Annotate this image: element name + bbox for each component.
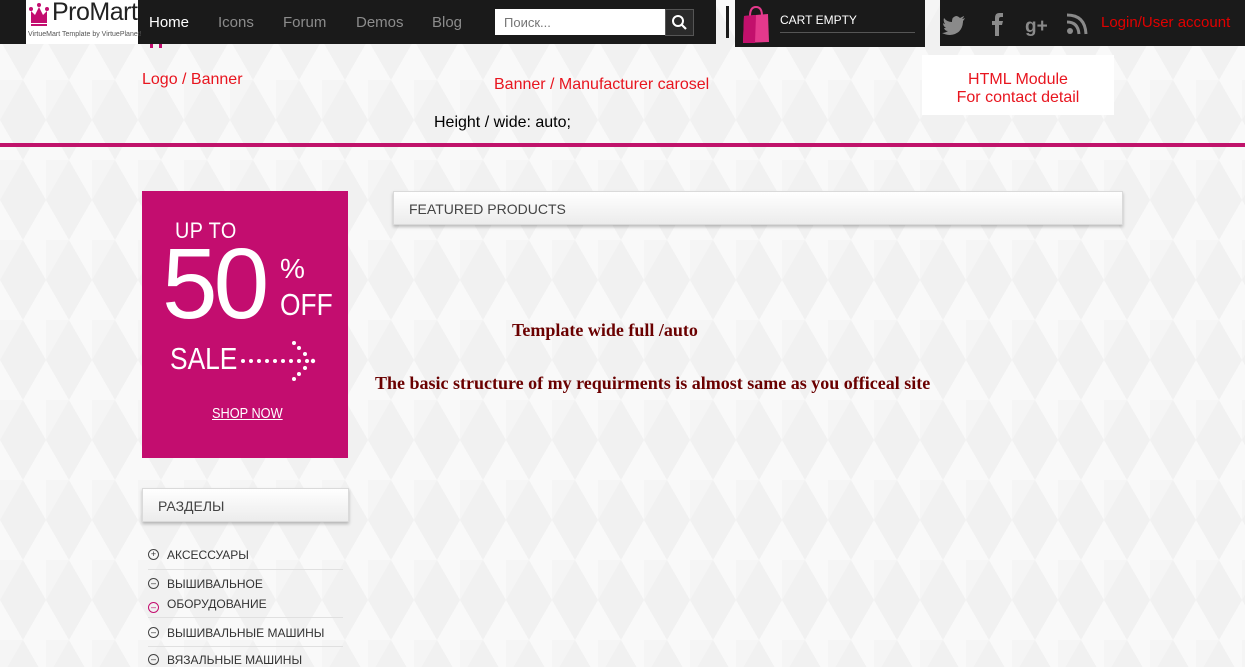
decorative-marks [150, 44, 162, 48]
collapse-icon[interactable]: – [148, 578, 159, 589]
category-label: ОБОРУДОВАНИЕ [167, 597, 267, 611]
divider [726, 6, 729, 38]
height-wide-note: Height / wide: auto; [434, 114, 571, 131]
nav-forum[interactable]: Forum [283, 14, 326, 31]
logo[interactable]: ProMart VirtueMart Template by VirtuePla… [26, 0, 142, 44]
html-module-title: HTML Module [968, 71, 1068, 88]
html-module-subtitle: For contact detail [956, 89, 1080, 106]
sections-title: РАЗДЕЛЫ [158, 498, 225, 514]
rss-icon[interactable] [1064, 11, 1090, 37]
search-bar [487, 0, 716, 44]
structure-note: The basic structure of my requirments is… [375, 373, 931, 393]
cart-widget[interactable]: CART EMPTY [735, 0, 925, 47]
promo-number: 50 [162, 228, 269, 340]
featured-products-title: FEATURED PRODUCTS [409, 201, 566, 217]
expand-icon[interactable]: + [148, 549, 159, 560]
logo-tagline: VirtueMart Template by VirtuePlanet! [28, 31, 142, 38]
search-button[interactable] [665, 9, 694, 36]
nav-icons[interactable]: Icons [218, 14, 254, 31]
logo-banner-note: Logo / Banner [142, 71, 243, 88]
google-plus-icon[interactable]: g+ [1024, 11, 1050, 37]
category-divider [148, 617, 343, 618]
nav-home[interactable]: Home [149, 14, 189, 31]
promo-sale: SALE [170, 341, 238, 376]
promo-percent: % [280, 253, 305, 284]
dotted-arrow-icon [241, 341, 316, 381]
category-label: ВЫШИВАЛЬНОЕ [167, 577, 263, 591]
cart-status: CART EMPTY [780, 13, 857, 27]
nav-blog[interactable]: Blog [432, 14, 462, 31]
category-label: ВЯЗАЛЬНЫЕ МАШИНЫ [167, 653, 303, 667]
featured-products-header: FEATURED PRODUCTS [393, 191, 1123, 225]
category-divider [148, 569, 343, 570]
shop-now-link[interactable]: SHOP NOW [212, 405, 283, 422]
html-module-box: HTML Module For contact detail [922, 55, 1114, 115]
template-wide-note: Template wide full /auto [512, 320, 698, 340]
crown-icon [29, 3, 49, 26]
category-divider [148, 646, 343, 647]
search-icon [672, 15, 687, 30]
sections-header: РАЗДЕЛЫ [142, 488, 349, 522]
facebook-icon[interactable] [984, 11, 1010, 37]
category-label: ВЫШИВАЛЬНЫЕ МАШИНЫ [167, 626, 325, 640]
search-input[interactable] [495, 9, 674, 35]
collapse-icon[interactable]: – [148, 602, 159, 613]
shopping-bag-icon [743, 5, 769, 43]
logo-name: ProMart [52, 0, 138, 26]
sale-promo-banner[interactable]: UP TO 50 % OFF SALE SHOP NOW [142, 191, 348, 458]
collapse-icon[interactable]: – [148, 654, 159, 665]
header-divider [0, 143, 1245, 147]
promo-off: OFF [280, 287, 333, 322]
cart-underline [780, 32, 915, 33]
nav-demos[interactable]: Demos [356, 14, 404, 31]
twitter-icon[interactable] [942, 11, 968, 37]
banner-carousel-note: Banner / Manufacturer carosel [494, 76, 710, 93]
svg-text:g+: g+ [1025, 16, 1048, 37]
collapse-icon[interactable]: – [148, 627, 159, 638]
category-label: АКСЕССУАРЫ [167, 548, 249, 562]
login-link[interactable]: Login/User account [1101, 14, 1230, 31]
